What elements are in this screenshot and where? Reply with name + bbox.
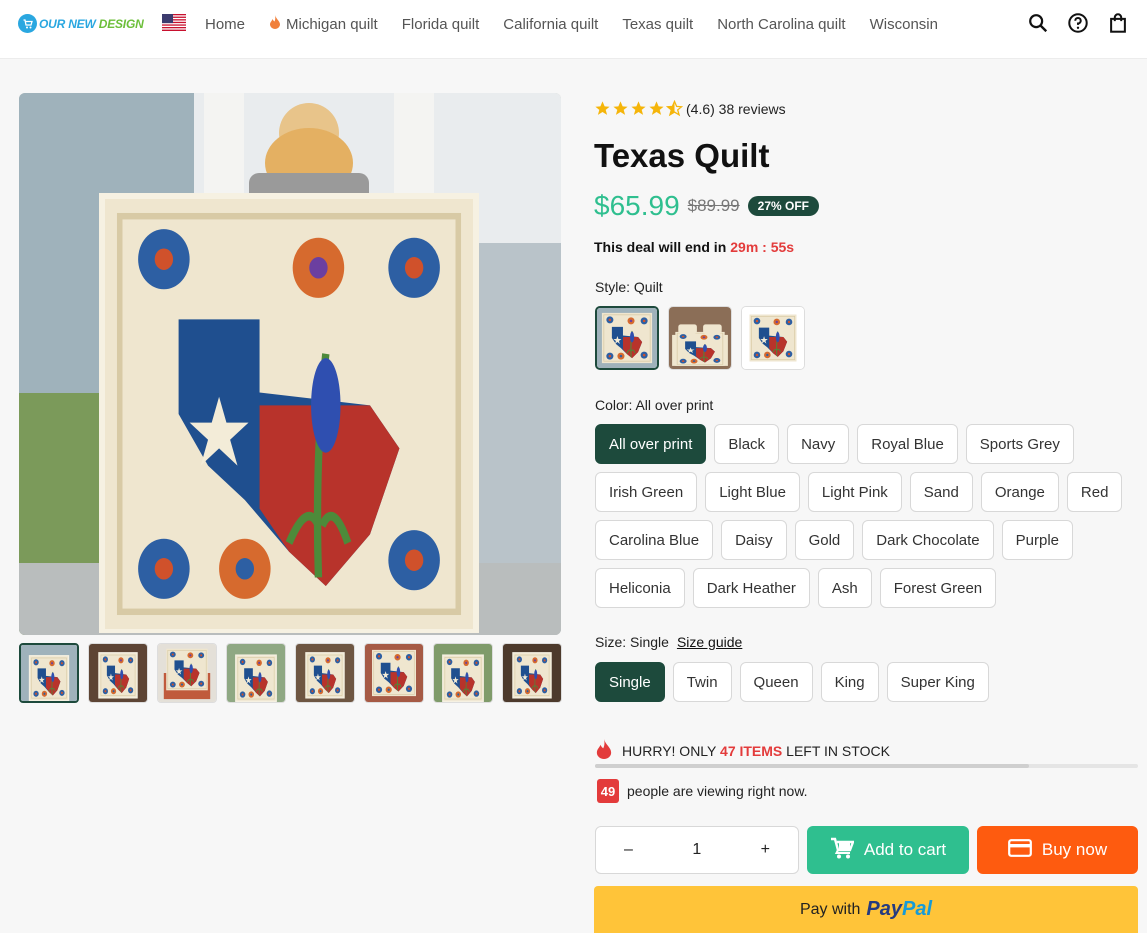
color-option[interactable]: Dark Chocolate [862,520,994,560]
rating-text: (4.6) 38 reviews [686,100,786,117]
decrease-quantity-button[interactable]: – [624,841,633,859]
stock-progress-fill [595,764,1030,768]
rating-row[interactable]: (4.6) 38 reviews [594,100,786,117]
size-option[interactable]: Queen [739,662,813,702]
nav-michigan-quilt[interactable]: Michigan quilt [269,15,378,33]
price-row: $65.99 $89.99 27% OFF [594,190,819,222]
thumbnail-strip [19,643,562,703]
color-option[interactable]: Red [1066,472,1123,512]
color-option[interactable]: Navy [787,424,850,464]
quantity-value[interactable]: 1 [692,841,701,859]
original-price: $89.99 [687,196,740,215]
main-product-image[interactable] [19,93,561,635]
size-options: Single Twin Queen King Super King [595,662,1135,702]
stock-count: 47 ITEMS [720,742,783,759]
size-option[interactable]: Single [595,662,665,702]
color-option[interactable]: Purple [1001,520,1074,560]
color-option[interactable]: Daisy [721,520,787,560]
size-option[interactable]: Twin [672,662,732,702]
deal-countdown: This deal will end in 29m : 55s [594,239,795,255]
deal-timer: 29m : 55s [730,239,795,255]
buy-now-button[interactable]: Buy now [977,826,1138,874]
color-options: All over print Black Navy Royal Blue Sports … [595,424,1135,608]
paypal-logo: PayPal [866,898,933,920]
product-thumbnail[interactable] [226,643,286,703]
product-thumbnail[interactable] [295,643,355,703]
size-option[interactable]: Super King [886,662,989,702]
style-label: Style: Quilt [595,279,663,295]
discount-badge: 27% OFF [747,196,819,216]
color-option[interactable]: Gold [794,520,855,560]
style-option-quilt[interactable] [595,306,659,370]
product-thumbnail[interactable] [88,643,148,703]
cart-logo-icon [18,14,37,33]
nav-wisconsin[interactable]: Wisconsin [870,15,938,33]
main-nav: Home Michigan quilt Florida quilt Califo… [205,15,938,33]
style-option-blanket[interactable] [741,306,805,370]
stock-alert: HURRY! ONLY 47 ITEMS LEFT IN STOCK [595,739,890,762]
star-rating-icon [594,100,683,117]
product-title: Texas Quilt [594,137,770,174]
nav-florida-quilt[interactable]: Florida quilt [402,15,480,33]
stock-progress-bar [595,764,1138,768]
nav-california-quilt[interactable]: California quilt [503,15,598,33]
style-option-bedding[interactable] [668,306,732,370]
viewers-text: people are viewing right now. [627,783,808,799]
color-option[interactable]: All over print [595,424,707,464]
product-thumbnail[interactable] [433,643,493,703]
paypal-button[interactable]: Pay with PayPal [594,886,1138,933]
color-option[interactable]: Sports Grey [965,424,1074,464]
size-label-row: Size: Single Size guide [595,634,743,650]
color-option[interactable]: Royal Blue [857,424,958,464]
product-thumbnail[interactable] [364,643,424,703]
color-option[interactable]: Carolina Blue [595,520,714,560]
color-option[interactable]: Orange [980,472,1059,512]
color-label: Color: All over print [595,397,714,413]
logo-text: OUR NEW DESIGN [39,16,144,31]
color-option[interactable]: Forest Green [879,568,997,608]
size-option[interactable]: King [820,662,879,702]
search-icon[interactable] [1027,12,1049,34]
increase-quantity-button[interactable]: + [761,841,770,859]
product-thumbnail[interactable] [157,643,217,703]
color-option[interactable]: Light Blue [705,472,800,512]
color-option[interactable]: Light Pink [807,472,902,512]
help-icon[interactable] [1067,12,1089,34]
color-option[interactable]: Sand [909,472,973,512]
quantity-stepper: – 1 + [595,826,799,874]
product-thumbnail[interactable] [19,643,79,703]
style-options [595,306,805,370]
color-option[interactable]: Dark Heather [692,568,810,608]
live-viewers: 49 people are viewing right now. [597,779,808,803]
color-option[interactable]: Heliconia [595,568,685,608]
site-logo[interactable]: OUR NEW DESIGN [18,14,144,33]
current-price: $65.99 [594,190,680,221]
size-guide-link[interactable]: Size guide [677,634,742,650]
shopping-bag-icon[interactable] [1107,12,1129,34]
product-thumbnail[interactable] [502,643,562,703]
fire-icon [595,739,613,762]
color-option[interactable]: Black [714,424,780,464]
color-option[interactable]: Irish Green [595,472,698,512]
color-option[interactable]: Ash [817,568,872,608]
fire-icon [269,15,281,33]
nav-home[interactable]: Home [205,15,245,33]
site-header: OUR NEW DESIGN Home Michigan quilt Flori… [0,0,1147,59]
us-flag-icon[interactable] [162,14,186,31]
credit-card-icon [1007,838,1032,862]
cart-icon [830,837,855,864]
add-to-cart-button[interactable]: Add to cart [807,826,969,874]
viewer-count-badge: 49 [597,779,619,803]
nav-texas-quilt[interactable]: Texas quilt [622,15,693,33]
nav-north-carolina-quilt[interactable]: North Carolina quilt [717,15,845,33]
